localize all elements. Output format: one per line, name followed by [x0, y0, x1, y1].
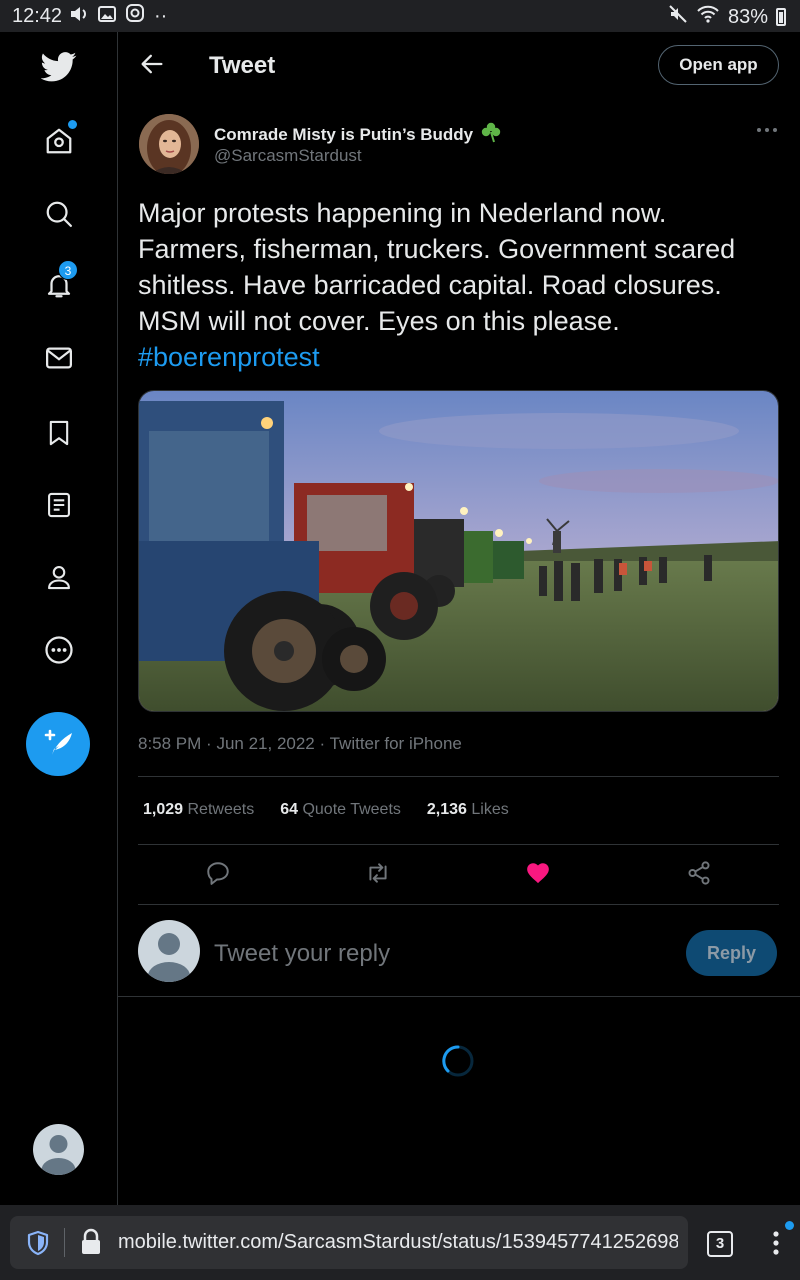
compose-tweet-icon: [40, 725, 76, 764]
like-heart-icon[interactable]: [521, 856, 555, 890]
tab-count-button[interactable]: 3: [707, 1231, 733, 1257]
url-text[interactable]: mobile.twitter.com/SarcasmStardust/statu…: [118, 1231, 678, 1254]
divider: [138, 776, 779, 777]
back-arrow-icon[interactable]: [138, 50, 166, 78]
hashtag-link[interactable]: #boerenprotest: [138, 342, 320, 372]
mute-icon: [668, 4, 688, 30]
retweets-label: Retweets: [187, 801, 255, 818]
shamrock-icon: [479, 120, 503, 149]
reply-button[interactable]: Reply: [686, 930, 777, 976]
retweets-stat[interactable]: 1,029 Retweets: [143, 801, 254, 819]
address-bar[interactable]: mobile.twitter.com/SarcasmStardust/statu…: [10, 1216, 688, 1269]
author-handle[interactable]: @SarcasmStardust: [214, 146, 362, 166]
retweets-count: 1,029: [143, 801, 184, 818]
wifi-icon: [696, 4, 720, 30]
profile-icon[interactable]: [38, 556, 80, 598]
divider: [138, 844, 779, 845]
twitter-logo-icon[interactable]: [38, 46, 80, 88]
browser-bar: mobile.twitter.com/SarcasmStardust/statu…: [0, 1205, 800, 1280]
share-icon[interactable]: [682, 856, 716, 890]
sidebar: 3: [0, 32, 118, 1205]
meta-separator: ·: [206, 734, 212, 753]
likes-count: 2,136: [426, 801, 467, 818]
tweet-source[interactable]: Twitter for iPhone: [330, 734, 462, 753]
account-avatar[interactable]: [33, 1124, 84, 1175]
reply-icon[interactable]: [201, 856, 235, 890]
tweet-image[interactable]: [138, 390, 779, 712]
home-icon[interactable]: [38, 120, 80, 162]
author-name[interactable]: Comrade Misty is Putin’s Buddy: [214, 120, 503, 149]
tweet-meta: 8:58 PM · Jun 21, 2022 · Twitter for iPh…: [138, 734, 462, 754]
messages-icon[interactable]: [38, 337, 80, 379]
bookmarks-icon[interactable]: [38, 412, 80, 454]
notifications-badge: 3: [58, 260, 78, 280]
tweet-header: Tweet Open app: [118, 32, 800, 100]
status-overflow: ··: [154, 4, 168, 27]
gallery-icon: [98, 5, 116, 28]
likes-stat[interactable]: 2,136 Likes: [427, 801, 509, 819]
quote-tweets-stat[interactable]: 64 Quote Tweets: [280, 801, 401, 819]
open-app-button[interactable]: Open app: [658, 45, 779, 85]
divider: [64, 1228, 65, 1257]
tweet-actions: [138, 852, 779, 896]
tweet-stats: 1,029 Retweets 64 Quote Tweets 2,136 Lik…: [143, 801, 509, 819]
quote-tweets-label: Quote Tweets: [302, 801, 401, 818]
reply-input[interactable]: [214, 934, 644, 974]
meta-separator: ·: [319, 734, 326, 753]
tweet-body: Major protests happening in Nederland no…: [138, 198, 736, 336]
shield-icon[interactable]: [26, 1230, 50, 1256]
tweet-date[interactable]: Jun 21, 2022: [216, 734, 314, 753]
browser-menu-icon[interactable]: [766, 1221, 794, 1259]
divider: [138, 904, 779, 905]
tweet-detail: Tweet Open app Comrade Misty is Putin’s …: [118, 32, 800, 1205]
retweet-icon[interactable]: [361, 856, 395, 890]
update-dot: [785, 1221, 794, 1230]
lists-icon[interactable]: [38, 484, 80, 526]
compose-tweet-button[interactable]: [26, 712, 90, 776]
battery-icon: [776, 8, 786, 26]
more-options-icon[interactable]: [754, 120, 780, 140]
quote-tweets-count: 64: [280, 801, 298, 818]
page-title: Tweet: [209, 52, 276, 79]
battery-text: 83%: [727, 5, 768, 28]
status-time: 12:42: [12, 5, 63, 27]
volume-icon: [70, 5, 88, 28]
author-avatar[interactable]: [139, 114, 199, 174]
status-bar: 12:42 ·· 83%: [0, 0, 800, 32]
loading-spinner-icon: [441, 1044, 475, 1078]
tweet-text: Major protests happening in Nederland no…: [138, 195, 768, 375]
instagram-icon: [126, 4, 144, 28]
reply-avatar: [138, 920, 200, 982]
tweet-time[interactable]: 8:58 PM: [138, 734, 201, 753]
likes-label: Likes: [471, 801, 509, 818]
more-icon[interactable]: [38, 629, 80, 671]
author-name-text: Comrade Misty is Putin’s Buddy: [214, 124, 474, 144]
lock-icon[interactable]: [80, 1228, 102, 1256]
notifications-icon[interactable]: 3: [38, 260, 80, 306]
home-unread-dot: [68, 120, 77, 129]
search-icon[interactable]: [38, 193, 80, 235]
divider: [118, 996, 800, 997]
